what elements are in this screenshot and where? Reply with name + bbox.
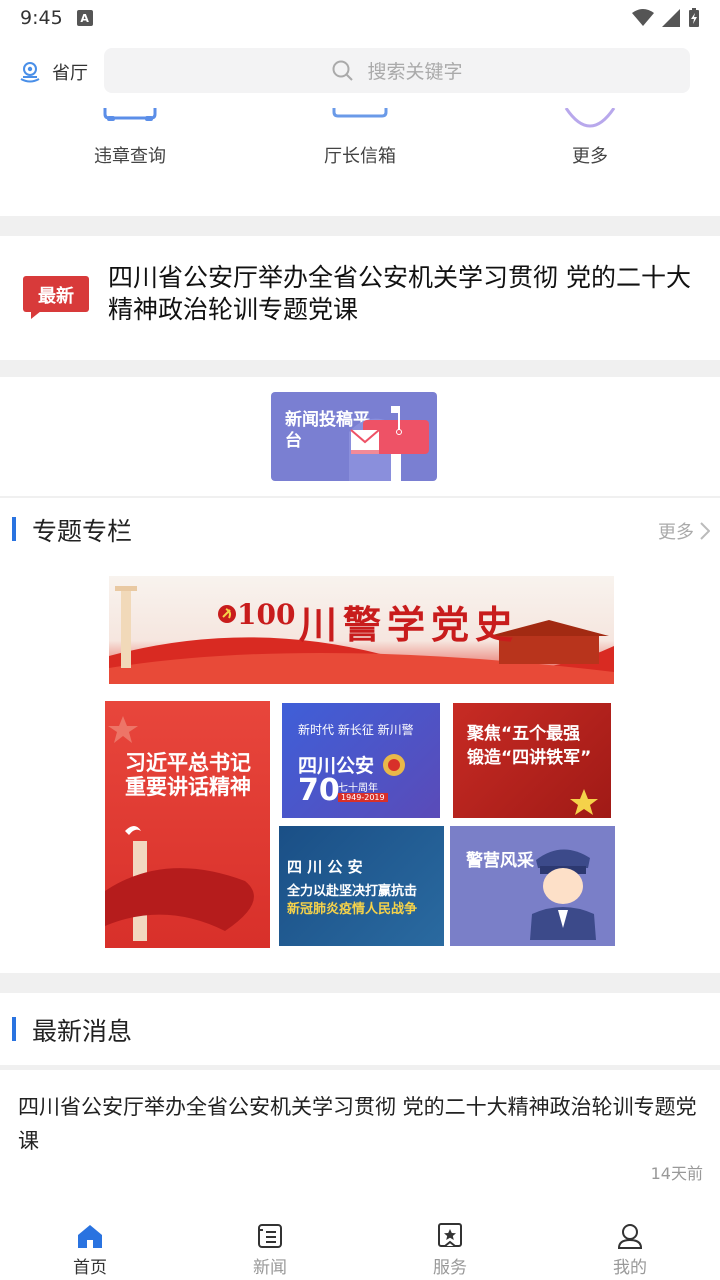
tab-profile[interactable]: 我的 <box>540 1200 720 1280</box>
section-accent-bar <box>12 517 16 541</box>
quick-item-label: 违章查询 <box>94 146 166 167</box>
topic-tile-speech[interactable]: 习近平总书记重要讲话精神 <box>105 701 270 948</box>
location-pin-icon <box>20 62 40 83</box>
hammer-sickle-icon <box>218 605 236 623</box>
party-history-banner[interactable]: 100 川警学党史 <box>109 576 614 684</box>
latest-badge-label: 最新 <box>38 286 74 307</box>
news-icon <box>258 1224 282 1248</box>
topic-tile-epidemic[interactable]: 四 川 公 安 全力以赴坚决打赢抗击 新冠肺炎疫情人民战争 <box>279 826 444 946</box>
car-icon <box>103 108 157 121</box>
top-header: 省厅 搜索关键字 <box>0 36 720 108</box>
location-selector[interactable]: 省厅 <box>0 59 104 85</box>
banner-title: 川警学党史 <box>299 602 520 647</box>
star-decoration-icon <box>570 789 598 815</box>
latest-news-title: 最新消息 <box>32 1017 133 1046</box>
quick-menu: 违章查询 厅长信箱 更多 <box>0 108 720 216</box>
notification-icon: A <box>76 10 93 26</box>
signal-icon <box>662 9 680 27</box>
tab-news[interactable]: 新闻 <box>180 1200 360 1280</box>
party-100-badge: 100 <box>217 598 295 634</box>
police-officer-icon <box>530 849 596 940</box>
news-item-title: 四川省公安厅举办全省公安机关学习贯彻 党的二十大精神政治轮训专题党课 <box>18 1095 697 1153</box>
wifi-icon <box>632 9 654 26</box>
location-label: 省厅 <box>52 63 88 84</box>
tile-epidemic-line1: 四 川 公 安 <box>287 858 363 876</box>
section-accent-bar <box>12 1017 16 1041</box>
user-icon <box>617 1224 643 1249</box>
mailbox-icon <box>332 108 388 118</box>
search-icon <box>332 60 354 81</box>
tab-label: 新闻 <box>253 1258 287 1278</box>
tile-five-line1: 聚焦“五个最强 <box>467 724 581 744</box>
search-input[interactable]: 搜索关键字 <box>104 48 690 93</box>
topics-more-link[interactable]: 更多 <box>658 518 710 544</box>
topic-tile-five-strongest[interactable]: 聚焦“五个最强 锻造“四讲铁军” <box>453 703 611 818</box>
party-100-badge-label: 100 <box>237 598 296 631</box>
home-icon <box>78 1225 102 1248</box>
tile-five-line2: 锻造“四讲铁军” <box>467 748 592 768</box>
more-label: 更多 <box>658 522 694 543</box>
tile-70-line1: 新时代 新长征 新川警 <box>298 723 414 737</box>
bottom-tab-bar: 首页 新闻 服务 我的 <box>0 1200 720 1280</box>
quick-item-label: 更多 <box>572 146 608 167</box>
topic-tile-70-years[interactable]: 新时代 新长征 新川警 四川公安 70 七十周年 1949-2019 <box>282 703 440 818</box>
battery-icon <box>689 8 699 27</box>
tile-70-sub: 七十周年 <box>338 783 378 794</box>
tab-label: 我的 <box>613 1258 647 1278</box>
tile-decoration <box>105 716 254 941</box>
news-submission-banner[interactable]: 新闻投稿平台 <box>271 392 437 481</box>
tile-epidemic-line2: 全力以赴坚决打赢抗击 <box>287 884 418 899</box>
status-icons <box>632 8 700 28</box>
status-bar: 9:45 A <box>0 0 720 36</box>
tile-speech-text: 习近平总书记重要讲话精神 <box>125 750 251 799</box>
tab-service[interactable]: 服务 <box>360 1200 540 1280</box>
topic-tile-police-style[interactable]: 警营风采 <box>450 826 615 946</box>
tab-home[interactable]: 首页 <box>0 1200 180 1280</box>
tile-epidemic-line3: 新冠肺炎疫情人民战争 <box>287 902 418 917</box>
status-time: 9:45 <box>20 7 63 29</box>
news-item-time: 14天前 <box>650 1164 703 1183</box>
tab-label: 首页 <box>73 1258 107 1278</box>
search-placeholder: 搜索关键字 <box>367 61 463 83</box>
topics-title: 专题专栏 <box>32 517 133 546</box>
latest-headline-title[interactable]: 四川省公安厅举办全省公安机关学习贯彻 党的二十大精神政治轮训专题党课 <box>108 262 698 326</box>
police-badge-icon <box>383 754 405 776</box>
news-list-item[interactable]: 四川省公安厅举办全省公安机关学习贯彻 党的二十大精神政治轮训专题党课 14天前 <box>0 1070 720 1200</box>
chevron-right-icon <box>700 522 710 540</box>
latest-news-header: 最新消息 <box>0 993 720 1065</box>
tile-70-years: 1949-2019 <box>338 793 388 802</box>
tab-label: 服务 <box>433 1258 467 1278</box>
star-service-icon <box>438 1223 462 1247</box>
more-icon <box>564 108 616 128</box>
tile-70-number: 70 <box>298 773 340 808</box>
quick-item-label: 厅长信箱 <box>324 146 396 167</box>
mailbox-graphic-icon <box>349 406 429 481</box>
